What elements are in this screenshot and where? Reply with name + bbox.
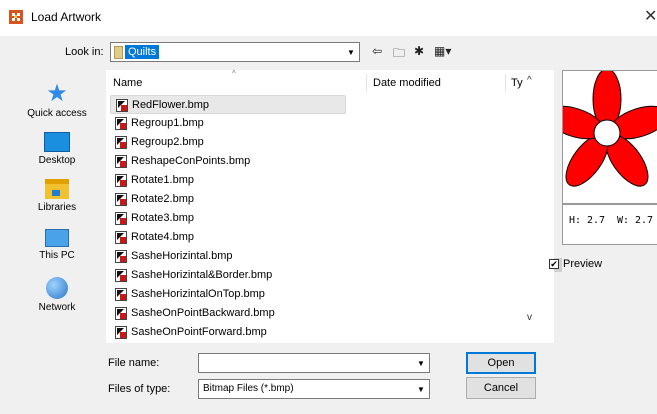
window-title: Load Artwork [31,10,102,24]
file-row[interactable]: Rotate1.bmp [110,171,346,190]
bitmap-file-icon [115,288,127,301]
folder-icon [114,46,123,59]
place-label: Network [38,302,76,313]
app-icon [9,10,23,24]
bitmap-file-icon [115,231,127,244]
place-label: Libraries [37,202,77,213]
sort-ascending-icon: ^ [232,70,236,78]
files-of-type-label: Files of type: [108,383,171,395]
close-button[interactable]: ✕ [644,6,657,26]
file-row[interactable]: SasheHorizintal&Border.bmp [110,266,346,285]
files-of-type-value: Bitmap Files (*.bmp) [203,383,294,394]
bitmap-file-icon [115,212,127,225]
place-this-pc[interactable]: This PC [17,229,97,261]
preview-checkbox-label: Preview [563,258,603,270]
desktop-icon [44,132,70,152]
file-row[interactable]: Rotate3.bmp [110,209,346,228]
open-button[interactable]: Open [466,352,536,374]
scroll-down-icon[interactable]: v [527,312,532,323]
file-row[interactable]: Regroup2.bmp [110,133,346,152]
libraries-icon [45,179,69,199]
place-label: Desktop [38,155,76,166]
file-row[interactable]: ReshapeConPoints.bmp [110,152,346,171]
file-row[interactable]: SasheOnPointBackward.bmp [110,304,346,323]
file-name-label: File name: [108,357,160,369]
place-quick-access[interactable]: ★ Quick access [17,80,97,120]
view-menu-icon[interactable]: ▦▾ [434,44,451,58]
files-of-type-dropdown[interactable]: Bitmap Files (*.bmp) ▼ [198,379,430,399]
back-icon[interactable]: ⇦ [372,44,382,58]
column-header: ^ Name Date modified Ty [106,70,554,94]
file-row[interactable]: SasheHorizintalOnTop.bmp [110,285,346,304]
preview-checkbox[interactable]: ✔ [549,259,559,269]
dropdown-arrow-icon[interactable]: ▼ [414,381,428,397]
bitmap-file-icon [115,307,127,320]
file-row[interactable]: Rotate4.bmp [110,228,346,247]
height-label: H: [569,215,582,226]
file-list[interactable]: ^ Name Date modified Ty RedFlower.bmp Re… [106,70,554,343]
dropdown-arrow-icon[interactable]: ▼ [414,355,428,371]
file-row[interactable]: Rotate2.bmp [110,190,346,209]
up-folder-icon[interactable]: 🗀 [393,44,405,65]
cancel-button[interactable]: Cancel [466,377,536,399]
new-folder-icon[interactable]: ✱ [414,44,424,58]
place-label: Quick access [27,108,87,119]
flower-preview-image [563,71,657,187]
bitmap-file-icon [115,174,127,187]
look-in-dropdown[interactable]: Quilts ▼ [110,42,360,62]
bitmap-file-icon [115,250,127,263]
look-in-label: Look in: [65,46,104,58]
scroll-up-icon[interactable]: ^ [527,75,532,86]
place-label: This PC [39,250,75,261]
preview-pane [562,70,657,204]
file-name-field[interactable]: ▼ [198,353,430,373]
bitmap-file-icon [115,155,127,168]
this-pc-icon [45,229,69,247]
bitmap-file-icon [115,136,127,149]
file-row[interactable]: RedFlower.bmp [110,95,346,114]
dropdown-arrow-icon[interactable]: ▼ [344,44,358,60]
place-network[interactable]: Network [17,277,97,313]
file-row[interactable]: Regroup1.bmp [110,114,346,133]
place-desktop[interactable]: Desktop [17,132,97,166]
bitmap-file-icon [115,326,127,339]
flower-center [593,119,621,147]
column-type[interactable]: Ty [511,77,523,89]
width-label: W: [617,215,630,226]
title-bar: Load Artwork ✕ [0,0,657,36]
height-value: 2.7 [587,215,606,226]
file-row[interactable]: SasheHorizintal.bmp [110,247,346,266]
column-date-modified[interactable]: Date modified [373,77,441,89]
width-value: 2.7 [635,215,654,226]
column-name[interactable]: Name [113,77,142,89]
file-row[interactable]: SasheOnPointForward.bmp [110,323,346,342]
look-in-value: Quilts [125,45,160,59]
dimension-info: H: 2.7 W: 2.7 [562,204,657,245]
place-libraries[interactable]: Libraries [17,179,97,213]
bitmap-file-icon [116,99,128,112]
bitmap-file-icon [115,193,127,206]
quick-access-icon: ★ [46,80,68,107]
network-icon [46,277,68,299]
bitmap-file-icon [115,269,127,282]
bitmap-file-icon [115,117,127,130]
